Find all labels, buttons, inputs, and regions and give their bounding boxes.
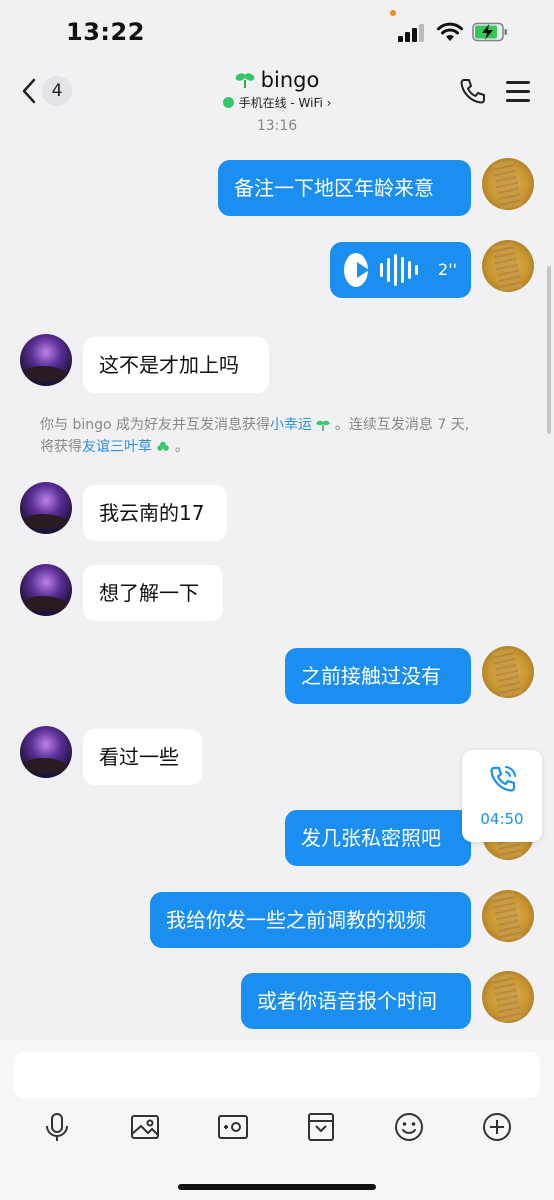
menu-icon[interactable] <box>506 80 530 102</box>
message-bubble-sent[interactable]: 发几张私密照吧 <box>285 810 471 866</box>
home-indicator[interactable] <box>178 1184 376 1190</box>
my-avatar[interactable] <box>482 890 534 942</box>
battery-charging-icon <box>472 22 507 42</box>
message-bubble-sent[interactable]: 之前接触过没有 <box>285 648 471 704</box>
system-notice-text: 将获得 <box>40 439 82 455</box>
clover-icon <box>157 441 170 451</box>
microphone-icon[interactable] <box>40 1110 74 1144</box>
presence-status: 手机在线 - WiFi › <box>222 94 332 111</box>
call-duration: 04:50 <box>480 810 524 828</box>
contact-avatar[interactable] <box>20 564 72 616</box>
my-avatar[interactable] <box>482 240 534 292</box>
cellular-signal-icon <box>398 24 428 42</box>
message-bubble-sent[interactable]: 备注一下地区年龄来意 <box>218 160 471 216</box>
system-notice-text: 。连续互发消息 7 天, <box>334 417 470 433</box>
message-bubble-received[interactable]: 这不是才加上吗 <box>83 337 269 393</box>
image-icon[interactable] <box>128 1110 162 1144</box>
message-input[interactable] <box>14 1052 540 1098</box>
ongoing-call-widget[interactable]: 04:50 <box>462 750 542 842</box>
message-list[interactable]: 13:16 备注一下地区年龄来意 2'' 这不是才加上吗 你与 bingo 成为… <box>0 118 554 1040</box>
lucky-link[interactable]: 小幸运 <box>270 417 312 433</box>
status-time: 13:22 <box>66 18 145 46</box>
message-bubble-sent[interactable]: 或者你语音报个时间 <box>241 973 471 1029</box>
contact-name: bingo <box>260 68 320 92</box>
mic-indicator-dot <box>390 10 396 16</box>
waveform-icon <box>380 253 419 287</box>
emoji-icon[interactable] <box>392 1110 426 1144</box>
voice-duration: 2'' <box>438 260 457 279</box>
online-dot-icon <box>222 97 234 108</box>
my-avatar[interactable] <box>482 971 534 1023</box>
message-bubble-sent[interactable]: 我给你发一些之前调教的视频 <box>150 892 471 948</box>
plus-icon[interactable] <box>480 1110 514 1144</box>
system-notice-text: 。 <box>174 439 189 455</box>
status-bar: 13:22 <box>0 0 554 62</box>
message-bubble-received[interactable]: 看过一些 <box>83 729 202 785</box>
presence-text: 手机在线 - WiFi › <box>238 96 332 110</box>
clover-link[interactable]: 友谊三叶草 <box>82 439 152 455</box>
file-icon[interactable] <box>304 1110 338 1144</box>
sprout-icon <box>316 420 330 431</box>
message-bubble-received[interactable]: 想了解一下 <box>83 565 223 621</box>
scrollbar[interactable] <box>547 266 551 434</box>
chat-header: 4 bingo 手机在线 - WiFi › <box>0 62 554 118</box>
system-notice: 你与 bingo 成为好友并互发消息获得小幸运 。连续互发消息 7 天, 将获得… <box>40 414 520 458</box>
contact-avatar[interactable] <box>20 334 72 386</box>
system-notice-text: 你与 bingo 成为好友并互发消息获得 <box>40 417 271 433</box>
camera-icon[interactable] <box>216 1110 250 1144</box>
my-avatar[interactable] <box>482 646 534 698</box>
sprout-icon <box>235 73 255 88</box>
wifi-icon <box>437 22 463 41</box>
phone-icon[interactable] <box>458 76 488 106</box>
play-icon[interactable] <box>344 253 370 287</box>
my-avatar[interactable] <box>482 158 534 210</box>
voice-message-bubble[interactable]: 2'' <box>330 242 471 298</box>
input-bar <box>0 1040 554 1200</box>
contact-avatar[interactable] <box>20 482 72 534</box>
phone-call-icon <box>490 766 516 792</box>
message-timestamp: 13:16 <box>256 118 298 134</box>
contact-avatar[interactable] <box>20 726 72 778</box>
message-bubble-received[interactable]: 我云南的17 <box>83 485 227 541</box>
